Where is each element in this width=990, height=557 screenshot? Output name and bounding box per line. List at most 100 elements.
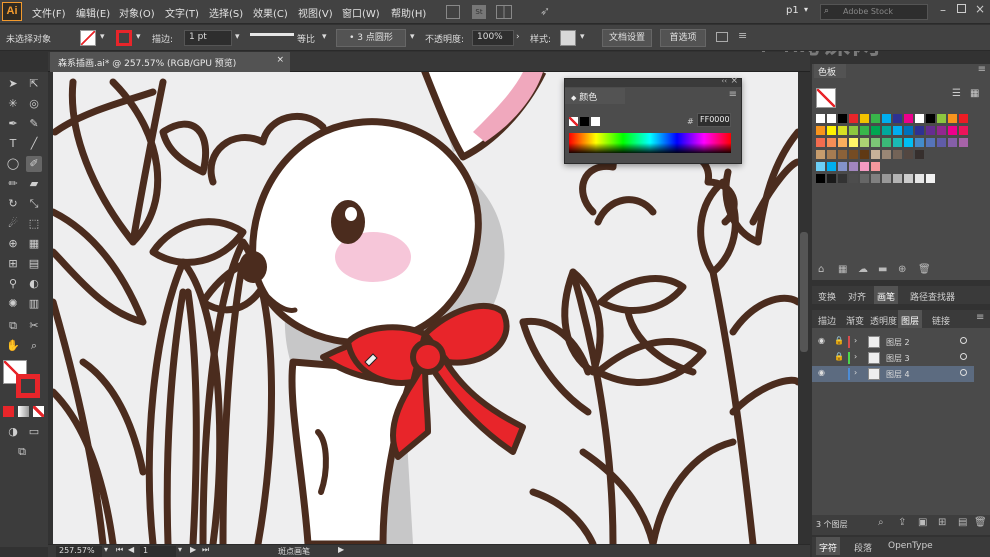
grid-view-icon[interactable]: ▦ xyxy=(970,88,979,99)
blob-brush-tool-icon[interactable]: ✐ xyxy=(26,156,42,172)
color-swatch[interactable] xyxy=(904,126,913,135)
layer-name[interactable]: 图层 2 xyxy=(886,337,910,348)
color-swatch[interactable] xyxy=(915,114,924,123)
layer-row[interactable]: ◉ › 图层 4 xyxy=(812,366,974,382)
color-swatch[interactable] xyxy=(893,114,902,123)
stroke-profile-label[interactable]: 等比 xyxy=(297,32,315,45)
color-swatch[interactable] xyxy=(915,138,924,147)
stock-icon[interactable]: St xyxy=(472,5,486,19)
eraser-tool-icon[interactable]: ▰ xyxy=(26,176,42,192)
close-tab-icon[interactable]: × xyxy=(276,55,284,65)
visibility-eye-icon[interactable]: ◉ xyxy=(818,368,825,377)
layer-target-icon[interactable] xyxy=(960,353,967,360)
color-swatch[interactable] xyxy=(959,126,968,135)
color-swatch[interactable] xyxy=(816,162,825,171)
pencil-tool-icon[interactable]: ✏ xyxy=(5,176,21,192)
color-swatch[interactable] xyxy=(937,126,946,135)
rotate-tool-icon[interactable]: ↻ xyxy=(5,196,21,212)
layer-row[interactable]: ◉ 🔒 › 图层 2 xyxy=(812,334,974,350)
color-swatch[interactable] xyxy=(882,138,891,147)
stroke-dropdown-icon[interactable]: ▾ xyxy=(136,32,141,42)
perspective-grid-tool-icon[interactable]: ▦ xyxy=(26,236,42,252)
type-tool-icon[interactable]: T xyxy=(5,136,21,152)
color-swatch[interactable] xyxy=(827,126,836,135)
hex-input[interactable]: FF0000 xyxy=(697,113,731,127)
brush-definition[interactable]: • 3 点圆形 xyxy=(336,29,406,47)
list-view-icon[interactable]: ☰ xyxy=(952,88,961,99)
layer-target-icon[interactable] xyxy=(960,369,967,376)
curvature-tool-icon[interactable]: ✎ xyxy=(26,116,42,132)
status-arrow-icon[interactable]: ▶ xyxy=(338,545,344,554)
graphic-style-swatch[interactable] xyxy=(560,30,576,46)
color-swatch[interactable] xyxy=(926,114,935,123)
layer-target-icon[interactable] xyxy=(960,337,967,344)
tab-pathfinder[interactable]: 路径查找器 xyxy=(910,290,955,303)
color-mode-button[interactable] xyxy=(3,406,14,417)
tab-layers[interactable]: 图层 xyxy=(898,310,923,328)
prev-artboard-icon[interactable]: ◀ xyxy=(128,545,134,554)
new-swatch-icon[interactable]: ⊕ xyxy=(898,264,906,275)
swatches-menu-icon[interactable]: ≡ xyxy=(978,64,986,75)
selection-tool-icon[interactable]: ➤ xyxy=(5,76,21,92)
document-setup-button[interactable]: 文档设置 xyxy=(602,29,652,47)
new-color-group-icon[interactable]: ▬ xyxy=(878,264,887,275)
none-mode-button[interactable] xyxy=(33,406,44,417)
new-layer-icon[interactable]: ▤ xyxy=(958,517,967,528)
document-tab[interactable]: 森系插画.ai* @ 257.57% (RGB/GPU 预览) × xyxy=(50,52,290,72)
color-swatch[interactable] xyxy=(838,138,847,147)
artboard-tool-icon[interactable]: ⧉ xyxy=(5,318,21,334)
stroke-weight-dropdown-icon[interactable]: ▾ xyxy=(235,32,240,42)
color-swatch[interactable] xyxy=(838,114,847,123)
expand-chevron-icon[interactable]: › xyxy=(854,352,857,361)
expand-chevron-icon[interactable]: › xyxy=(854,336,857,345)
zoom-tool-icon[interactable]: ⌕ xyxy=(26,338,42,354)
swatch-kind-icon[interactable]: ▦ xyxy=(838,264,847,275)
artboard-number[interactable]: 1 xyxy=(140,546,176,557)
color-swatch[interactable] xyxy=(882,150,891,159)
color-swatch[interactable] xyxy=(904,174,913,183)
slice-tool-icon[interactable]: ✂ xyxy=(26,318,42,334)
color-swatch[interactable] xyxy=(816,138,825,147)
tab-brushes[interactable]: 画笔 xyxy=(874,286,899,304)
color-swatch[interactable] xyxy=(871,150,880,159)
color-swatch[interactable] xyxy=(882,114,891,123)
color-swatch[interactable] xyxy=(860,138,869,147)
color-swatch[interactable] xyxy=(849,174,858,183)
color-swatch[interactable] xyxy=(926,126,935,135)
color-swatch[interactable] xyxy=(948,138,957,147)
swatch-options-icon[interactable]: ☁ xyxy=(858,264,868,275)
color-swatch[interactable] xyxy=(849,114,858,123)
color-swatch[interactable] xyxy=(816,126,825,135)
tab-transparency[interactable]: 透明度 xyxy=(870,314,897,327)
color-swatch[interactable] xyxy=(827,138,836,147)
fill-swatch[interactable] xyxy=(80,30,96,46)
opacity-input[interactable]: 100% xyxy=(472,30,514,46)
blend-tool-icon[interactable]: ◐ xyxy=(26,276,42,292)
locate-object-icon[interactable]: ⌕ xyxy=(878,517,884,528)
color-swatch[interactable] xyxy=(827,114,836,123)
maximize-icon[interactable] xyxy=(957,4,966,13)
none-color-swatch[interactable] xyxy=(569,117,578,126)
color-swatch[interactable] xyxy=(816,150,825,159)
artboard-dropdown-icon[interactable]: ▾ xyxy=(178,545,182,554)
color-swatch[interactable] xyxy=(926,174,935,183)
color-swatch[interactable] xyxy=(827,150,836,159)
menu-object[interactable]: 对象(O) xyxy=(119,5,155,20)
hand-tool-icon[interactable]: ✋ xyxy=(5,338,21,354)
scroll-thumb[interactable] xyxy=(800,232,808,352)
menu-effect[interactable]: 效果(C) xyxy=(253,5,288,20)
layer-name[interactable]: 图层 3 xyxy=(886,353,910,364)
color-swatch[interactable] xyxy=(926,138,935,147)
zoom-dropdown-icon[interactable]: ▾ xyxy=(104,545,108,554)
fill-dropdown-icon[interactable]: ▾ xyxy=(100,32,105,42)
swatch-libraries-icon[interactable]: ⌂ xyxy=(818,264,824,275)
edit-toolbar-icon[interactable]: ⧉ xyxy=(14,444,30,460)
arrange-documents-icon[interactable] xyxy=(496,5,512,19)
lock-icon[interactable]: 🔒 xyxy=(834,352,844,361)
black-swatch[interactable] xyxy=(580,117,589,126)
color-swatch[interactable] xyxy=(849,150,858,159)
color-swatch[interactable] xyxy=(871,138,880,147)
color-swatch[interactable] xyxy=(893,126,902,135)
color-spectrum[interactable] xyxy=(569,133,731,153)
free-transform-tool-icon[interactable]: ⬚ xyxy=(26,216,42,232)
